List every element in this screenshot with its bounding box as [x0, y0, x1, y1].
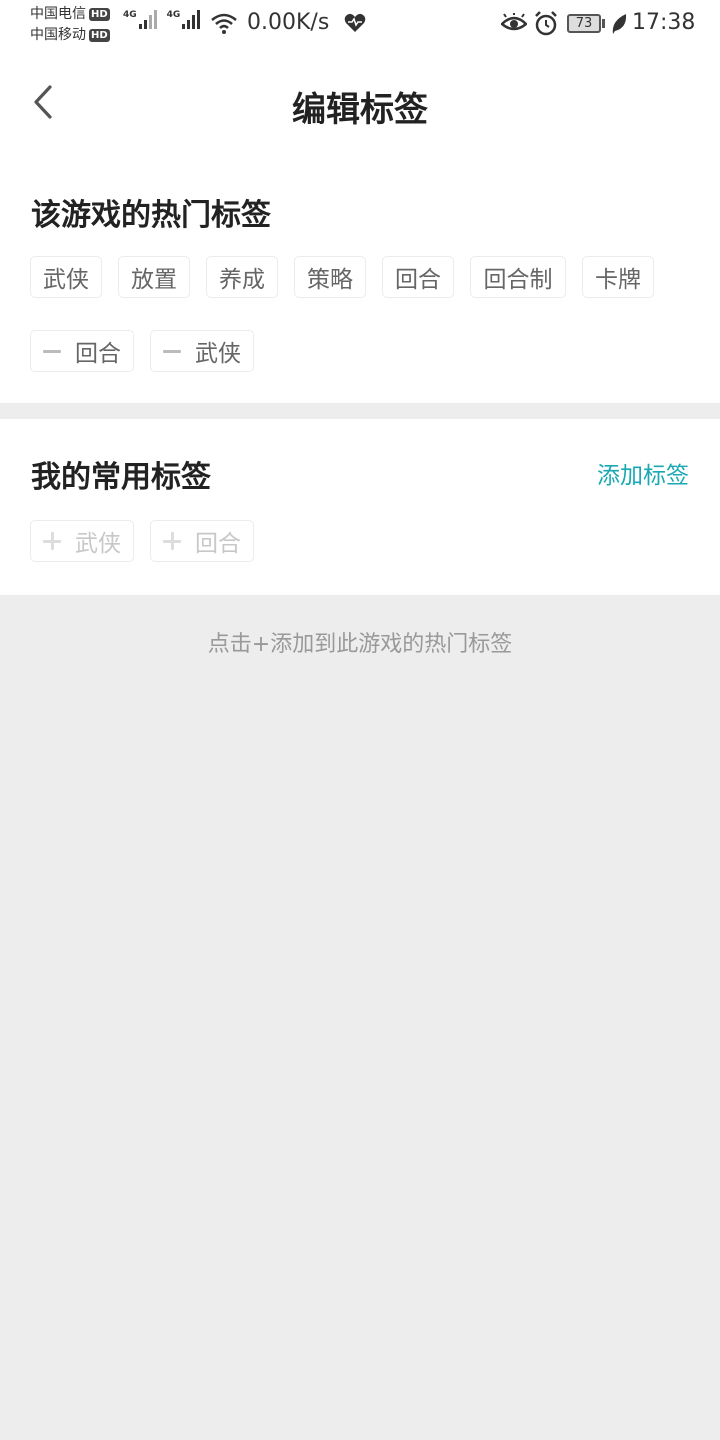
hot-tags-section: 该游戏的热门标签 武侠 放置 养成 策略 回合 回合制 卡牌 回合 武侠: [0, 160, 720, 403]
hot-tag-chip[interactable]: 回合: [382, 256, 454, 298]
signal-icon: 4G 4G: [123, 10, 210, 29]
hd-badge: HD: [89, 29, 110, 42]
tag-label: 策略: [307, 267, 353, 293]
hot-tag-chip[interactable]: 放置: [118, 256, 190, 298]
hot-tag-chip[interactable]: 卡牌: [582, 256, 654, 298]
plus-icon[interactable]: [43, 532, 61, 550]
my-tags-section: 我的常用标签 添加标签 武侠 回合: [0, 419, 720, 595]
tag-label: 回合: [195, 531, 241, 557]
carrier-1: 中国电信: [30, 6, 86, 22]
minus-icon[interactable]: [43, 342, 61, 360]
my-tags-title: 我的常用标签: [31, 460, 211, 495]
hint-text: 点击+添加到此游戏的热门标签: [207, 632, 513, 657]
top-bar: 编辑标签: [0, 50, 720, 160]
tag-label: 回合制: [483, 267, 553, 293]
hot-tag-chip[interactable]: 策略: [294, 256, 366, 298]
tag-label: 武侠: [195, 341, 241, 367]
hot-tag-chip[interactable]: 武侠: [30, 256, 102, 298]
tag-label: 放置: [131, 267, 177, 293]
add-tag-button[interactable]: 添加标签: [597, 456, 689, 490]
hot-tags-title: 该游戏的热门标签: [31, 198, 271, 233]
tag-label: 养成: [219, 267, 265, 293]
status-bar: 中国电信 HD 中国移动 HD 4G 4G 0.00K/s 73 17:38: [0, 0, 720, 50]
tag-label: 回合: [75, 341, 121, 367]
removable-tag-chip[interactable]: 回合: [30, 330, 134, 372]
hot-tag-chip[interactable]: 养成: [206, 256, 278, 298]
carrier-info: 中国电信 HD 中国移动 HD: [30, 4, 110, 46]
removable-tag-chip[interactable]: 武侠: [150, 330, 254, 372]
tag-label: 武侠: [43, 267, 89, 293]
hd-badge: HD: [89, 8, 110, 21]
wifi-icon: [211, 13, 237, 34]
add-tag-chip[interactable]: 武侠: [30, 520, 134, 562]
plus-icon[interactable]: [163, 532, 181, 550]
eye-icon: [501, 13, 527, 31]
page-title: 编辑标签: [292, 90, 428, 130]
tag-label: 卡牌: [595, 267, 641, 293]
minus-icon[interactable]: [163, 342, 181, 360]
heart-rate-icon: [344, 13, 366, 32]
network-type: 4G: [166, 10, 181, 20]
clock: 17:38: [632, 10, 696, 35]
network-type: 4G: [123, 10, 137, 20]
tag-label: 武侠: [75, 531, 121, 557]
battery-icon: 73: [567, 14, 601, 33]
carrier-2: 中国移动: [30, 27, 86, 43]
add-tag-chip[interactable]: 回合: [150, 520, 254, 562]
battery-tip: [602, 19, 605, 28]
tag-label: 回合: [395, 267, 441, 293]
alarm-icon: [535, 11, 557, 36]
leaf-icon: [612, 14, 627, 34]
net-speed: 0.00K/s: [247, 10, 330, 35]
hot-tag-chip[interactable]: 回合制: [470, 256, 566, 298]
